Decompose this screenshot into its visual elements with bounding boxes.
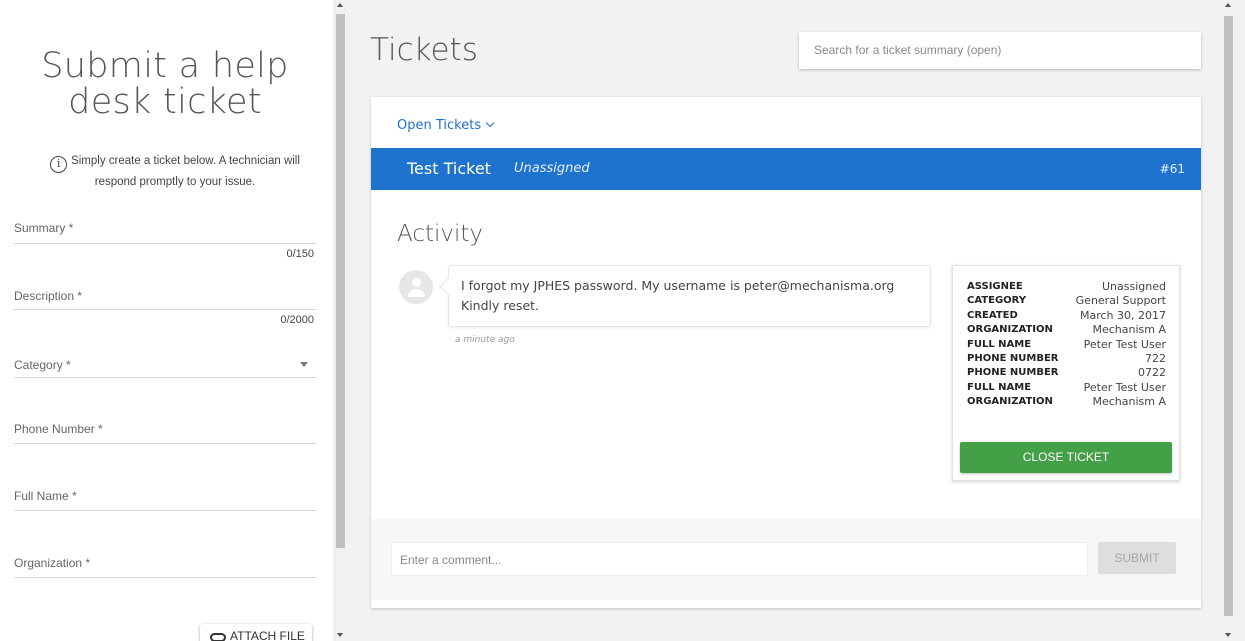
scroll-up-icon[interactable] [1225, 3, 1231, 7]
organization-field[interactable]: Organization * [14, 556, 316, 580]
user-avatar-icon [399, 270, 433, 304]
description-counter: 0/2000 [280, 314, 314, 326]
ticket-details-panel: ASSIGNEE Unassigned CATEGORY General Suppor… [952, 265, 1180, 481]
detail-row: FULL NAME Peter Test User [967, 338, 1166, 352]
summary-label: Summary * [14, 221, 74, 235]
info-message: i Simply create a ticket below. A technic… [30, 152, 320, 192]
scroll-down-icon[interactable] [1225, 633, 1231, 637]
page-title: Tickets [370, 32, 478, 68]
detail-row: PHONE NUMBER 0722 [967, 366, 1166, 380]
scroll-down-icon[interactable] [337, 633, 343, 637]
comment-bubble: I forgot my JPHES password. My username … [448, 265, 931, 327]
detail-row: ORGANIZATION Mechanism A [967, 395, 1166, 409]
detail-key: ASSIGNEE [967, 281, 1023, 292]
scroll-up-icon[interactable] [337, 3, 343, 7]
phone-number-label: Phone Number * [14, 422, 103, 436]
description-field[interactable]: Description * 0/2000 [14, 289, 316, 329]
detail-value: 0722 [1138, 366, 1166, 380]
ticket-name: Test Ticket [407, 159, 491, 178]
comment-field[interactable] [391, 542, 1088, 576]
info-text: Simply create a ticket below. A technici… [71, 155, 300, 188]
detail-row: CATEGORY General Support [967, 294, 1166, 308]
summary-underline [14, 243, 316, 244]
category-select[interactable]: Category * [14, 358, 316, 380]
comment-input[interactable] [400, 553, 1079, 567]
detail-value: Mechanism A [1092, 395, 1166, 409]
left-scrollbar-thumb[interactable] [336, 14, 345, 548]
full-name-field[interactable]: Full Name * [14, 489, 316, 513]
detail-row: CREATED March 30, 2017 [967, 309, 1166, 323]
info-icon: i [50, 156, 68, 173]
ticket-assignee: Unassigned [514, 161, 590, 176]
ticket-search[interactable] [799, 32, 1201, 69]
comment-timestamp: a minute ago [455, 335, 515, 345]
category-underline [14, 377, 316, 378]
detail-key: ORGANIZATION [967, 396, 1053, 408]
chevron-down-icon [300, 362, 308, 367]
open-tickets-dropdown[interactable]: Open Tickets [397, 118, 495, 133]
ticket-number: #61 [1159, 162, 1185, 176]
summary-field[interactable]: Summary * 0/150 [14, 221, 316, 261]
detail-row: PHONE NUMBER 722 [967, 352, 1166, 366]
description-underline [14, 309, 316, 310]
attach-file-button[interactable]: ATTACH FILE [200, 624, 312, 641]
left-scrollbar[interactable] [334, 0, 346, 641]
detail-value: Mechanism A [1092, 323, 1166, 337]
right-scrollbar[interactable] [1222, 0, 1234, 641]
full-name-underline [14, 510, 316, 511]
detail-key: PHONE NUMBER [967, 353, 1059, 364]
detail-value: 722 [1145, 352, 1166, 365]
detail-row: FULL NAME Peter Test User [967, 381, 1166, 395]
full-name-label: Full Name * [14, 489, 77, 503]
summary-counter: 0/150 [286, 248, 314, 260]
tickets-card: Open Tickets Test Ticket Unassigned #61 … [371, 97, 1201, 608]
phone-number-underline [14, 443, 316, 444]
detail-key: PHONE NUMBER [967, 367, 1059, 379]
detail-value: General Support [1075, 294, 1166, 308]
detail-key: FULL NAME [967, 381, 1032, 393]
description-label: Description * [14, 289, 83, 303]
paperclip-icon [210, 633, 226, 641]
detail-value: Peter Test User [1083, 337, 1166, 351]
right-scrollbar-thumb[interactable] [1224, 16, 1233, 616]
organization-underline [14, 577, 316, 578]
open-tickets-label: Open Tickets [397, 118, 482, 133]
submit-button[interactable]: SUBMIT [1098, 542, 1176, 574]
search-input[interactable] [814, 43, 1186, 57]
ticket-header[interactable]: Test Ticket Unassigned #61 [371, 148, 1201, 190]
close-ticket-button[interactable]: CLOSE TICKET [960, 442, 1172, 473]
detail-value: March 30, 2017 [1079, 308, 1166, 322]
detail-row: ORGANIZATION Mechanism A [967, 323, 1166, 337]
chevron-down-icon [485, 118, 495, 128]
detail-value: Peter Test User [1083, 380, 1166, 394]
form-title: Submit a help desk ticket [41, 46, 289, 122]
detail-key: CREATED [967, 309, 1018, 321]
activity-heading: Activity [397, 221, 484, 247]
category-label: Category * [14, 358, 71, 372]
detail-key: FULL NAME [967, 338, 1032, 350]
ticket-form-panel: Submit a help desk ticket i Simply create… [0, 0, 333, 641]
comment-text: I forgot my JPHES password. My username … [461, 278, 895, 313]
attach-file-label: ATTACH FILE [230, 629, 305, 641]
detail-row: ASSIGNEE Unassigned [967, 280, 1166, 294]
detail-key: CATEGORY [967, 295, 1027, 307]
detail-value: Unassigned [1102, 280, 1166, 293]
detail-key: ORGANIZATION [967, 324, 1053, 336]
organization-label: Organization * [14, 556, 91, 570]
phone-number-field[interactable]: Phone Number * [14, 422, 316, 446]
comment-composer: SUBMIT [371, 519, 1201, 600]
